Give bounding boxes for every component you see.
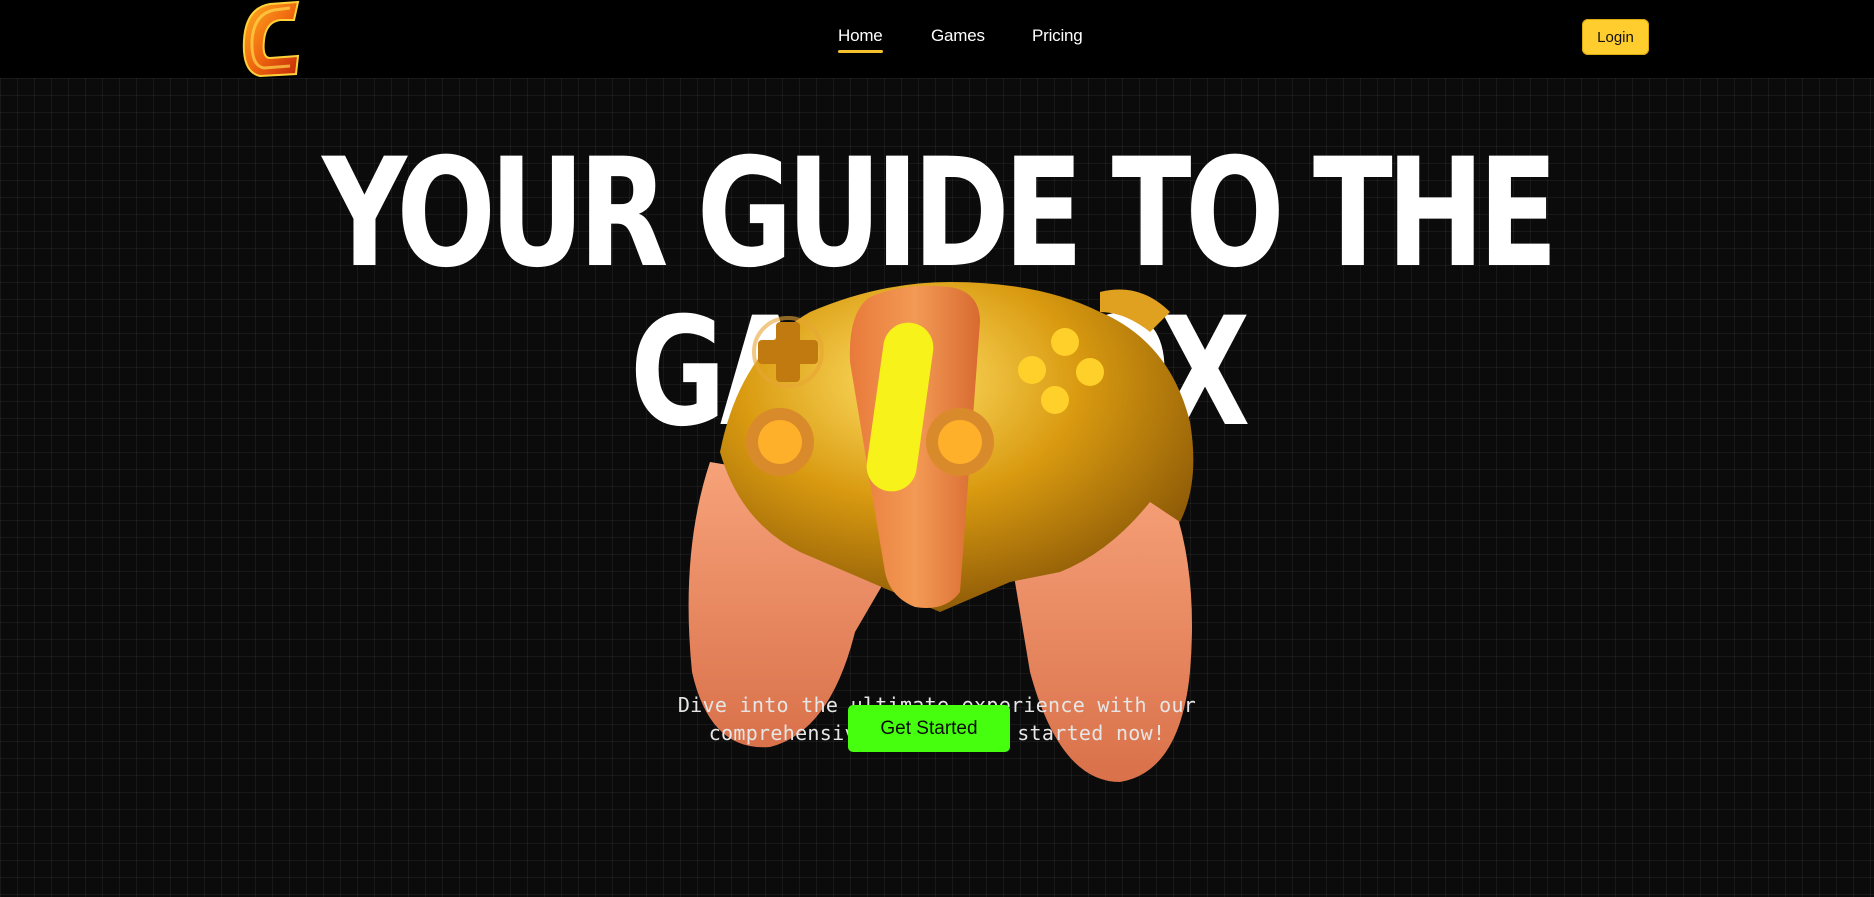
login-button[interactable]: Login [1582, 19, 1649, 55]
hero-section: YOUR GUIDE TO THE GAMEBOX [0, 78, 1874, 897]
nav-pricing[interactable]: Pricing [1032, 26, 1083, 46]
brand-logo[interactable] [240, 0, 302, 78]
site-header: Home Games Pricing Login [0, 0, 1874, 78]
nav-games[interactable]: Games [931, 26, 985, 46]
get-started-button[interactable]: Get Started [848, 705, 1010, 752]
nav-home[interactable]: Home [838, 26, 883, 53]
